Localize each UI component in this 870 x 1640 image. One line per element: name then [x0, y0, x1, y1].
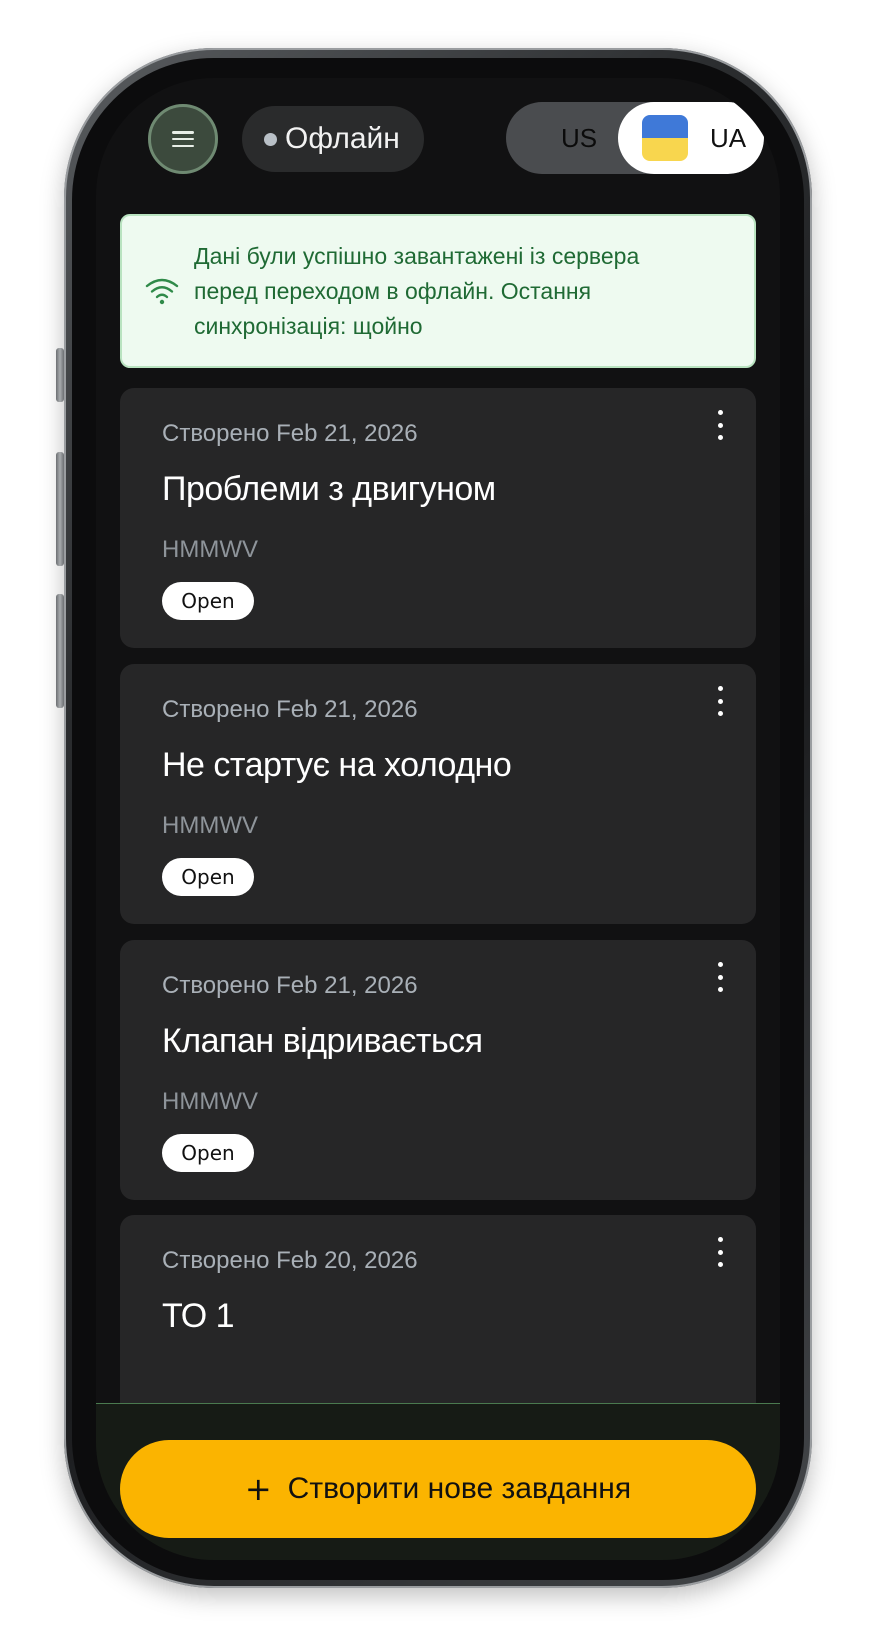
phone-side-button [56, 594, 64, 708]
task-title: Проблеми з двигуном [162, 470, 496, 508]
task-title: Не стартує на холодно [162, 746, 512, 784]
phone-side-button [56, 348, 64, 402]
lang-ua-label: UA [710, 122, 747, 153]
task-title: Клапан відривається [162, 1022, 483, 1060]
status-badge: Open [162, 858, 254, 896]
more-options-icon[interactable] [710, 686, 730, 716]
task-created-date: Створено Feb 21, 2026 [162, 420, 418, 447]
task-vehicle: HMMWV [162, 536, 258, 563]
create-task-label: Створити нове завдання [287, 1472, 632, 1505]
more-options-icon[interactable] [710, 962, 730, 992]
hamburger-icon [172, 131, 194, 147]
task-created-date: Створено Feb 21, 2026 [162, 972, 418, 999]
app-screen: Офлайн US UA Дані були успішно завантаже… [96, 78, 780, 1560]
task-title: ТО 1 [162, 1297, 235, 1335]
task-card[interactable]: Створено Feb 21, 2026 Не стартує на холо… [120, 664, 756, 924]
task-created-date: Створено Feb 21, 2026 [162, 696, 418, 723]
more-options-icon[interactable] [710, 1237, 730, 1267]
phone-side-button [56, 452, 64, 566]
sync-message: Дані були успішно завантажені із сервера… [194, 239, 639, 344]
task-card[interactable]: Створено Feb 21, 2026 Клапан відриваєтьс… [120, 940, 756, 1200]
sync-banner: Дані були успішно завантажені із сервера… [120, 214, 756, 368]
menu-button[interactable] [148, 104, 218, 174]
plus-icon: + [244, 1470, 272, 1508]
status-dot-icon [264, 132, 277, 146]
wifi-icon [145, 278, 179, 305]
lang-ua-option[interactable]: UA [618, 102, 764, 174]
sync-message-line: перед переходом в офлайн. Остання [194, 277, 592, 304]
task-vehicle: HMMWV [162, 1088, 258, 1115]
status-badge: Open [162, 582, 254, 620]
sync-message-line: синхронізація: щойно [194, 312, 423, 339]
status-badge: Open [162, 1134, 254, 1172]
language-toggle[interactable]: US UA [506, 102, 764, 174]
bottom-action-bar: + Створити нове завдання [96, 1403, 780, 1560]
status-label: Офлайн [285, 122, 400, 155]
create-task-button[interactable]: + Створити нове завдання [120, 1440, 756, 1538]
ukraine-flag-icon [642, 115, 688, 161]
connection-status: Офлайн [242, 106, 424, 172]
task-vehicle: HMMWV [162, 812, 258, 839]
task-card[interactable]: Створено Feb 21, 2026 Проблеми з двигуно… [120, 388, 756, 648]
lang-us-option[interactable]: US [506, 102, 634, 174]
task-created-date: Створено Feb 20, 2026 [162, 1247, 418, 1274]
sync-message-line: Дані були успішно завантажені із сервера [194, 242, 640, 269]
more-options-icon[interactable] [710, 410, 730, 440]
